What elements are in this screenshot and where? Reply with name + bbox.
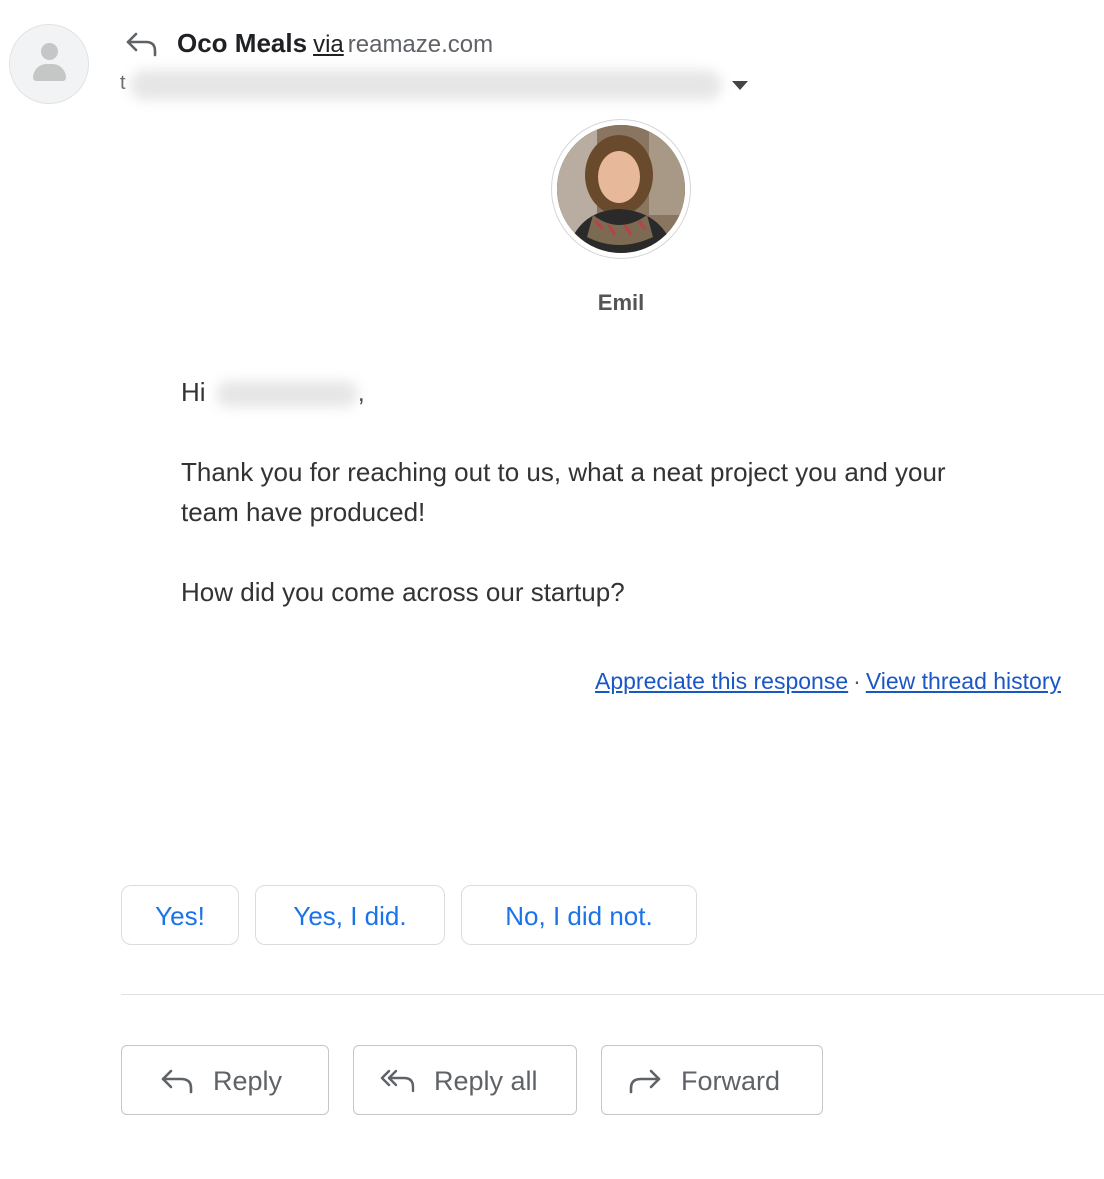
recipient-line[interactable]: t bbox=[120, 66, 722, 102]
reply-arrow-icon[interactable] bbox=[124, 30, 158, 58]
forward-button[interactable]: Forward bbox=[601, 1045, 823, 1115]
smart-reply-yes[interactable]: Yes! bbox=[121, 885, 239, 945]
divider bbox=[121, 994, 1104, 995]
person-icon-body bbox=[33, 64, 66, 81]
reply-icon bbox=[161, 1069, 193, 1094]
sender-domain: reamaze.com bbox=[347, 31, 494, 58]
recipient-name-redacted bbox=[206, 379, 358, 409]
reply-all-button[interactable]: Reply all bbox=[353, 1045, 577, 1115]
reply-button[interactable]: Reply bbox=[121, 1045, 329, 1115]
reply-label: Reply bbox=[213, 1066, 283, 1096]
recipient-prefix: t bbox=[120, 72, 126, 94]
sender-avatar[interactable] bbox=[9, 24, 89, 104]
greeting-prefix: Hi bbox=[181, 377, 206, 407]
greeting-suffix: , bbox=[357, 377, 365, 407]
link-separator: · bbox=[853, 668, 861, 694]
response-links: Appreciate this response · View thread his… bbox=[595, 668, 1061, 695]
sender-name[interactable]: Oco Meals bbox=[177, 28, 307, 58]
message-line-2: team have produced! bbox=[181, 497, 426, 527]
via-link[interactable]: via bbox=[313, 31, 344, 58]
chevron-down-icon[interactable] bbox=[732, 81, 748, 90]
view-thread-history-link[interactable]: View thread history bbox=[866, 668, 1061, 694]
smart-reply-no-i-did-not[interactable]: No, I did not. bbox=[461, 885, 697, 945]
person-icon-head bbox=[41, 43, 58, 60]
message-line-3: How did you come across our startup? bbox=[181, 577, 625, 607]
agent-avatar bbox=[552, 120, 690, 258]
agent-photo bbox=[557, 125, 685, 253]
agent-name: Emil bbox=[597, 290, 645, 315]
forward-label: Forward bbox=[681, 1066, 781, 1096]
agent-photo-image bbox=[557, 125, 685, 253]
reply-all-label: Reply all bbox=[434, 1066, 538, 1096]
sender-line: Oco Meals via reamaze.com bbox=[177, 28, 493, 59]
reply-all-icon bbox=[380, 1069, 415, 1093]
forward-icon bbox=[629, 1069, 661, 1094]
recipient-redacted bbox=[130, 70, 722, 100]
appreciate-response-link[interactable]: Appreciate this response bbox=[595, 668, 848, 694]
message-line-1: Thank you for reaching out to us, what a… bbox=[181, 457, 946, 487]
smart-reply-yes-i-did[interactable]: Yes, I did. bbox=[255, 885, 445, 945]
greeting-line: Hi, bbox=[181, 372, 365, 412]
